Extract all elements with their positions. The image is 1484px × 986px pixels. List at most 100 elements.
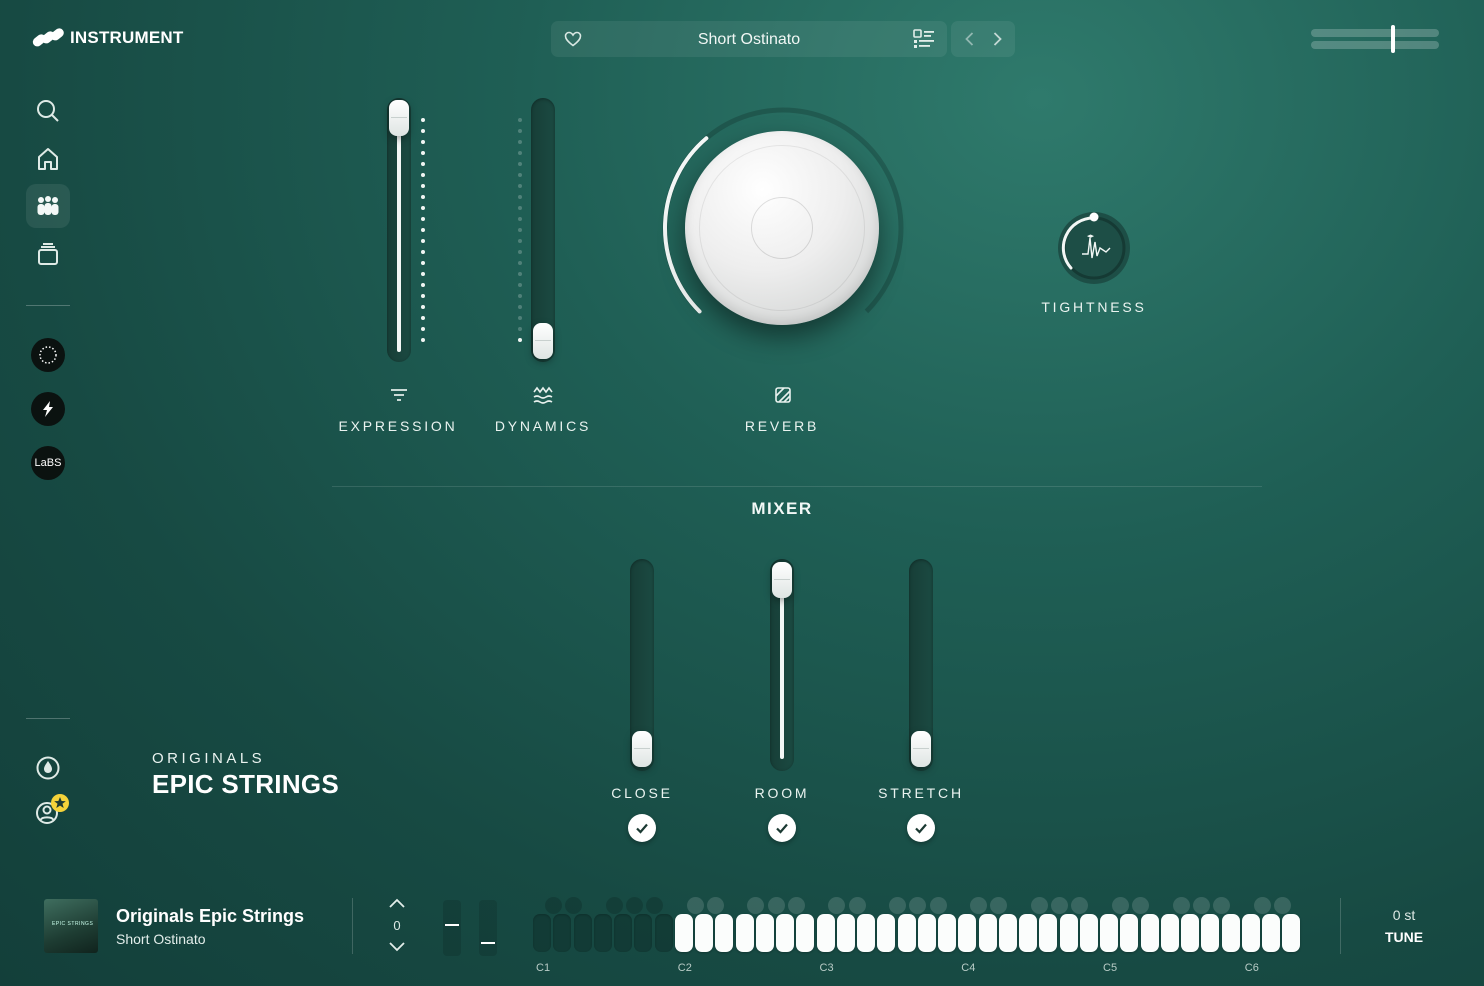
piano-key-white[interactable] — [958, 914, 977, 952]
piano-key-white[interactable] — [1181, 914, 1199, 952]
pitch-bend-handle[interactable] — [445, 924, 459, 926]
reverb-knob[interactable] — [685, 131, 879, 325]
piano-key-white[interactable] — [938, 914, 956, 952]
piano-key-white[interactable] — [674, 914, 693, 952]
piano-key-black[interactable] — [565, 897, 582, 914]
piano-key-white[interactable] — [816, 914, 835, 952]
spitfire-brand-button[interactable] — [31, 392, 65, 426]
home-icon[interactable] — [34, 145, 62, 173]
piano-key-black[interactable] — [767, 897, 785, 914]
list-icon[interactable] — [913, 29, 935, 49]
piano-key-black[interactable] — [1192, 897, 1210, 914]
piano-key-white[interactable] — [695, 914, 713, 952]
piano-key-white[interactable] — [1120, 914, 1139, 952]
piano-key-white[interactable] — [857, 914, 875, 952]
piano-key-black[interactable] — [646, 897, 663, 914]
piano-key-white[interactable] — [553, 914, 572, 952]
piano-key-black[interactable] — [1111, 897, 1129, 914]
people-icon[interactable] — [34, 192, 62, 220]
piano-key-black[interactable] — [625, 897, 643, 914]
piano-key-black[interactable] — [828, 897, 846, 914]
piano-key-black[interactable] — [929, 897, 947, 914]
close-enable-checkbox[interactable] — [628, 814, 656, 842]
expression-fader-track[interactable] — [387, 98, 411, 362]
piano-key-white[interactable] — [877, 914, 896, 952]
piano-key-white[interactable] — [998, 914, 1017, 952]
piano-key-white[interactable] — [715, 914, 734, 952]
search-icon[interactable] — [34, 97, 62, 125]
piano-key-black[interactable] — [1253, 897, 1271, 914]
piano-key-white[interactable] — [1241, 914, 1260, 952]
piano-key-white[interactable] — [634, 914, 653, 952]
piano-key-black[interactable] — [1030, 897, 1048, 914]
piano-key-white[interactable] — [593, 914, 612, 952]
piano-key-black[interactable] — [1132, 897, 1149, 914]
stretch-fader-handle[interactable] — [911, 731, 931, 767]
stack-icon[interactable] — [34, 240, 62, 268]
piano-key-black[interactable] — [990, 897, 1008, 914]
piano-key-white[interactable] — [1201, 914, 1220, 952]
piano-key-black[interactable] — [1172, 897, 1190, 914]
piano-key-black[interactable] — [544, 897, 562, 914]
piano-key-black[interactable] — [686, 897, 704, 914]
room-fader-handle[interactable] — [772, 562, 792, 598]
stretch-enable-checkbox[interactable] — [907, 814, 935, 842]
piano-key-black[interactable] — [706, 897, 724, 914]
piano-key-black[interactable] — [848, 897, 866, 914]
piano-key-white[interactable] — [1059, 914, 1078, 952]
piano-key-black[interactable] — [1071, 897, 1089, 914]
piano-key-black[interactable] — [1051, 897, 1068, 914]
piano-key-white[interactable] — [1282, 914, 1301, 952]
piano-key-black[interactable] — [889, 897, 906, 914]
octave-up-icon[interactable] — [388, 896, 406, 910]
piano-key-white[interactable] — [573, 914, 592, 952]
chevron-left-icon[interactable] — [960, 29, 980, 49]
mod-wheel[interactable] — [479, 900, 497, 956]
master-volume-track-right[interactable] — [1311, 41, 1439, 49]
piano-key-white[interactable] — [1100, 914, 1118, 952]
pitch-bend-wheel[interactable] — [443, 900, 461, 956]
piano-key-white[interactable] — [836, 914, 855, 952]
instrument-thumbnail[interactable]: EPIC STRINGS — [44, 899, 98, 953]
preset-name[interactable]: Short Ostinato — [551, 31, 947, 49]
piano-key-white[interactable] — [1019, 914, 1037, 952]
piano-key-black[interactable] — [605, 897, 623, 914]
originals-brand-button[interactable] — [31, 338, 65, 372]
piano-key-black[interactable] — [1213, 897, 1230, 914]
piano-key-white[interactable] — [1160, 914, 1179, 952]
piano-key-white[interactable] — [1262, 914, 1280, 952]
chevron-right-icon[interactable] — [987, 29, 1007, 49]
piano-key-black[interactable] — [970, 897, 987, 914]
piano-key-white[interactable] — [1221, 914, 1240, 952]
piano-key-white[interactable] — [1039, 914, 1058, 952]
piano-key-white[interactable] — [917, 914, 936, 952]
piano-key-white[interactable] — [614, 914, 632, 952]
piano-key-white[interactable] — [1140, 914, 1159, 952]
preset-selector[interactable]: Short Ostinato — [551, 21, 947, 57]
tune-value[interactable]: 0 st — [1372, 907, 1436, 923]
piano-key-white[interactable] — [654, 914, 673, 952]
drop-icon[interactable] — [34, 754, 62, 782]
piano-key-white[interactable] — [796, 914, 815, 952]
piano-key-white[interactable] — [735, 914, 754, 952]
room-enable-checkbox[interactable] — [768, 814, 796, 842]
expression-fader-handle[interactable] — [389, 100, 409, 136]
piano-key-black[interactable] — [787, 897, 805, 914]
piano-key-white[interactable] — [897, 914, 916, 952]
close-fader-handle[interactable] — [632, 731, 652, 767]
dynamics-fader-handle[interactable] — [533, 323, 553, 359]
octave-down-icon[interactable] — [388, 940, 406, 954]
piano-key-black[interactable] — [1273, 897, 1291, 914]
piano-key-white[interactable] — [776, 914, 794, 952]
piano-key-black[interactable] — [747, 897, 765, 914]
master-volume-handle[interactable] — [1391, 25, 1395, 53]
piano-key-black[interactable] — [909, 897, 927, 914]
piano-key-white[interactable] — [978, 914, 997, 952]
labs-brand-button[interactable]: LaBS — [31, 446, 65, 480]
piano-key-white[interactable] — [533, 914, 551, 952]
piano-key-white[interactable] — [1079, 914, 1098, 952]
master-volume-track[interactable] — [1311, 29, 1439, 37]
mod-wheel-handle[interactable] — [481, 942, 495, 944]
tightness-knob[interactable]: ◂▸ — [1054, 208, 1134, 288]
piano-key-white[interactable] — [755, 914, 774, 952]
